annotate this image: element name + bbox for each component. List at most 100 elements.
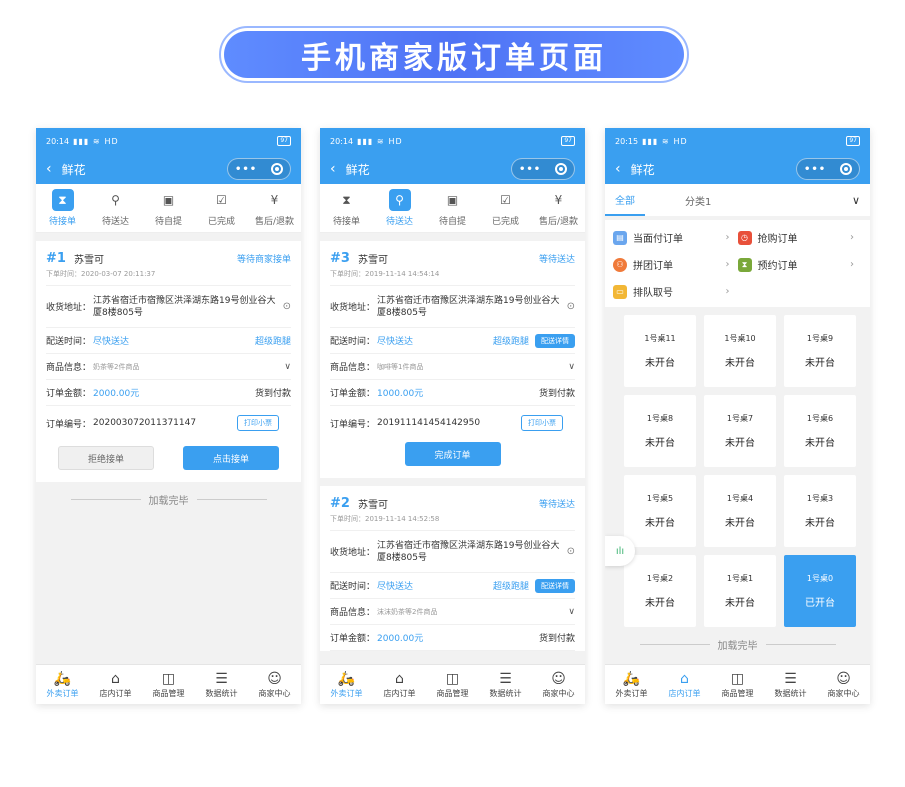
print-receipt-button[interactable]: 打印小票 <box>521 415 563 431</box>
nav-bar: ‹ 鲜花 ••• <box>320 154 585 184</box>
reject-order-button[interactable]: 拒绝接单 <box>58 446 154 470</box>
location-icon[interactable]: ⊙ <box>567 546 575 557</box>
more-icon[interactable]: ••• <box>804 164 826 175</box>
table-card[interactable]: 1号桌5 未开台 <box>624 475 696 547</box>
order-number: #2 <box>330 496 350 511</box>
table-card[interactable]: 1号桌10 未开台 <box>704 315 776 387</box>
chevron-down-icon[interactable]: ∨ <box>568 362 575 372</box>
table-card[interactable]: 1号桌7 未开台 <box>704 395 776 467</box>
amount-label: 订单金额： <box>46 389 92 399</box>
menu-item-queue[interactable]: ▭ 排队取号 › <box>613 278 738 305</box>
menu-item-face-pay[interactable]: ▤ 当面付订单 › <box>613 224 738 251</box>
scooter-icon: 🛵 <box>337 670 356 687</box>
bottom-tab-profile[interactable]: ☺ 商家中心 <box>532 665 585 704</box>
tab-pending[interactable]: ⧗ 待接单 <box>320 184 373 232</box>
delivery-courier[interactable]: 超级跑腿 <box>255 334 291 347</box>
bottom-tab-takeout[interactable]: 🛵 外卖订单 <box>36 665 89 704</box>
status-bar: 20:14 ▮▮▮ ≋ HD 97 <box>320 128 585 154</box>
tab-completed[interactable]: ☑ 已完成 <box>479 184 532 232</box>
bottom-tab-stats[interactable]: ☰ 数据统计 <box>479 665 532 704</box>
tab-refund[interactable]: ¥ 售后/退款 <box>248 184 301 232</box>
check-icon: ☑ <box>500 193 511 207</box>
more-icon[interactable]: ••• <box>235 164 257 175</box>
receipt-icon: ▤ <box>613 230 627 245</box>
nav-title: 鲜花 <box>630 162 655 177</box>
tab-delivering[interactable]: ⚲ 待送达 <box>89 184 142 232</box>
bottom-tab-takeout[interactable]: 🛵 外卖订单 <box>320 665 373 704</box>
signal-icon: ▮▮▮ ≋ <box>73 136 101 146</box>
delivery-courier[interactable]: 超级跑腿 <box>493 334 529 347</box>
check-icon: ☑ <box>216 193 227 207</box>
tab-completed[interactable]: ☑ 已完成 <box>195 184 248 232</box>
chevron-right-icon: › <box>725 259 730 270</box>
chevron-down-icon[interactable]: ∨ <box>852 194 860 207</box>
bottom-tab-goods[interactable]: ◫ 商品管理 <box>426 665 479 704</box>
goods-value: 咖啡等1件商品 <box>377 362 424 371</box>
chevron-down-icon[interactable]: ∨ <box>568 607 575 617</box>
address-label: 收货地址： <box>46 303 92 313</box>
bottom-tab-goods[interactable]: ◫ 商品管理 <box>142 665 195 704</box>
close-mini-icon[interactable] <box>555 163 568 175</box>
accept-order-button[interactable]: 点击接单 <box>183 446 279 470</box>
bottom-tab-profile[interactable]: ☺ 商家中心 <box>248 665 301 704</box>
order-type-menu: ▤ 当面付订单 › ◷ 抢购订单 › ⚇ 拼团订单 › ⧗ 预约订单 › ▭ 排队取号 › <box>605 220 870 307</box>
table-card[interactable]: 1号桌8 未开台 <box>624 395 696 467</box>
table-card[interactable]: 1号桌4 未开台 <box>704 475 776 547</box>
menu-item-reservation[interactable]: ⧗ 预约订单 › <box>737 251 863 278</box>
order-time: 下单时间：2020-03-07 20:11:37 <box>46 266 291 286</box>
ticket-icon: ▭ <box>613 284 627 299</box>
back-icon[interactable]: ‹ <box>615 161 621 177</box>
table-card[interactable]: 1号桌2 未开台 <box>624 555 696 627</box>
bag-icon: ◫ <box>445 670 460 687</box>
more-icon[interactable]: ••• <box>519 164 541 175</box>
voice-icon[interactable]: ılı <box>605 536 635 566</box>
menu-item-flash-sale[interactable]: ◷ 抢购订单 › <box>737 224 863 251</box>
table-card[interactable]: 1号桌9 未开台 <box>784 315 856 387</box>
close-mini-icon[interactable] <box>271 163 284 175</box>
bottom-tab-bar: 🛵 外卖订单 ⌂ 店内订单 ◫ 商品管理 ☰ 数据统计 ☺ 商家中心 <box>605 664 870 704</box>
tab-refund[interactable]: ¥ 售后/退款 <box>532 184 585 232</box>
delivery-detail-button[interactable]: 配送详情 <box>535 578 575 593</box>
back-icon[interactable]: ‹ <box>46 161 52 177</box>
table-card[interactable]: 1号桌3 未开台 <box>784 475 856 547</box>
capsule-menu[interactable]: ••• <box>511 158 575 180</box>
location-icon[interactable]: ⊙ <box>283 301 291 312</box>
customer-name: 苏雪可 <box>73 255 104 266</box>
bottom-tab-instore[interactable]: ⌂ 店内订单 <box>373 665 426 704</box>
table-card[interactable]: 1号桌6 未开台 <box>784 395 856 467</box>
complete-order-button[interactable]: 完成订单 <box>404 442 501 466</box>
tab-category-1[interactable]: 分类1 <box>685 184 711 216</box>
amount-label: 订单金额： <box>330 389 376 399</box>
tab-pending[interactable]: ⧗ 待接单 <box>36 184 89 232</box>
print-receipt-button[interactable]: 打印小票 <box>237 415 279 431</box>
bottom-tab-takeout[interactable]: 🛵 外卖订单 <box>605 665 658 704</box>
delivery-detail-button[interactable]: 配送详情 <box>535 333 575 348</box>
close-mini-icon[interactable] <box>840 163 853 175</box>
capsule-menu[interactable]: ••• <box>227 158 291 180</box>
store-icon: ⌂ <box>680 670 689 687</box>
tab-pickup[interactable]: ▣ 待自提 <box>426 184 479 232</box>
bottom-tab-profile[interactable]: ☺ 商家中心 <box>817 665 870 704</box>
order-status: 等待送达 <box>538 255 575 265</box>
goods-label: 商品信息： <box>330 608 376 618</box>
battery-icon: 97 <box>846 136 860 146</box>
bottom-tab-instore[interactable]: ⌂ 店内订单 <box>658 665 711 704</box>
delivery-courier[interactable]: 超级跑腿 <box>493 579 529 592</box>
chevron-right-icon: › <box>850 232 854 243</box>
bottom-tab-goods[interactable]: ◫ 商品管理 <box>711 665 764 704</box>
bottom-tab-stats[interactable]: ☰ 数据统计 <box>195 665 248 704</box>
tab-pickup[interactable]: ▣ 待自提 <box>142 184 195 232</box>
bottom-tab-stats[interactable]: ☰ 数据统计 <box>764 665 817 704</box>
chevron-down-icon[interactable]: ∨ <box>284 362 291 372</box>
capsule-menu[interactable]: ••• <box>796 158 860 180</box>
table-card-open[interactable]: 1号桌0 已开台 <box>784 555 856 627</box>
tab-all[interactable]: 全部 <box>605 184 645 216</box>
menu-item-group-buy[interactable]: ⚇ 拼团订单 › <box>613 251 738 278</box>
tab-delivering[interactable]: ⚲ 待送达 <box>373 184 426 232</box>
back-icon[interactable]: ‹ <box>330 161 336 177</box>
table-card[interactable]: 1号桌1 未开台 <box>704 555 776 627</box>
bottom-tab-instore[interactable]: ⌂ 店内订单 <box>89 665 142 704</box>
amount-label: 订单金额： <box>330 634 376 644</box>
location-icon[interactable]: ⊙ <box>567 301 575 312</box>
table-card[interactable]: 1号桌11 未开台 <box>624 315 696 387</box>
